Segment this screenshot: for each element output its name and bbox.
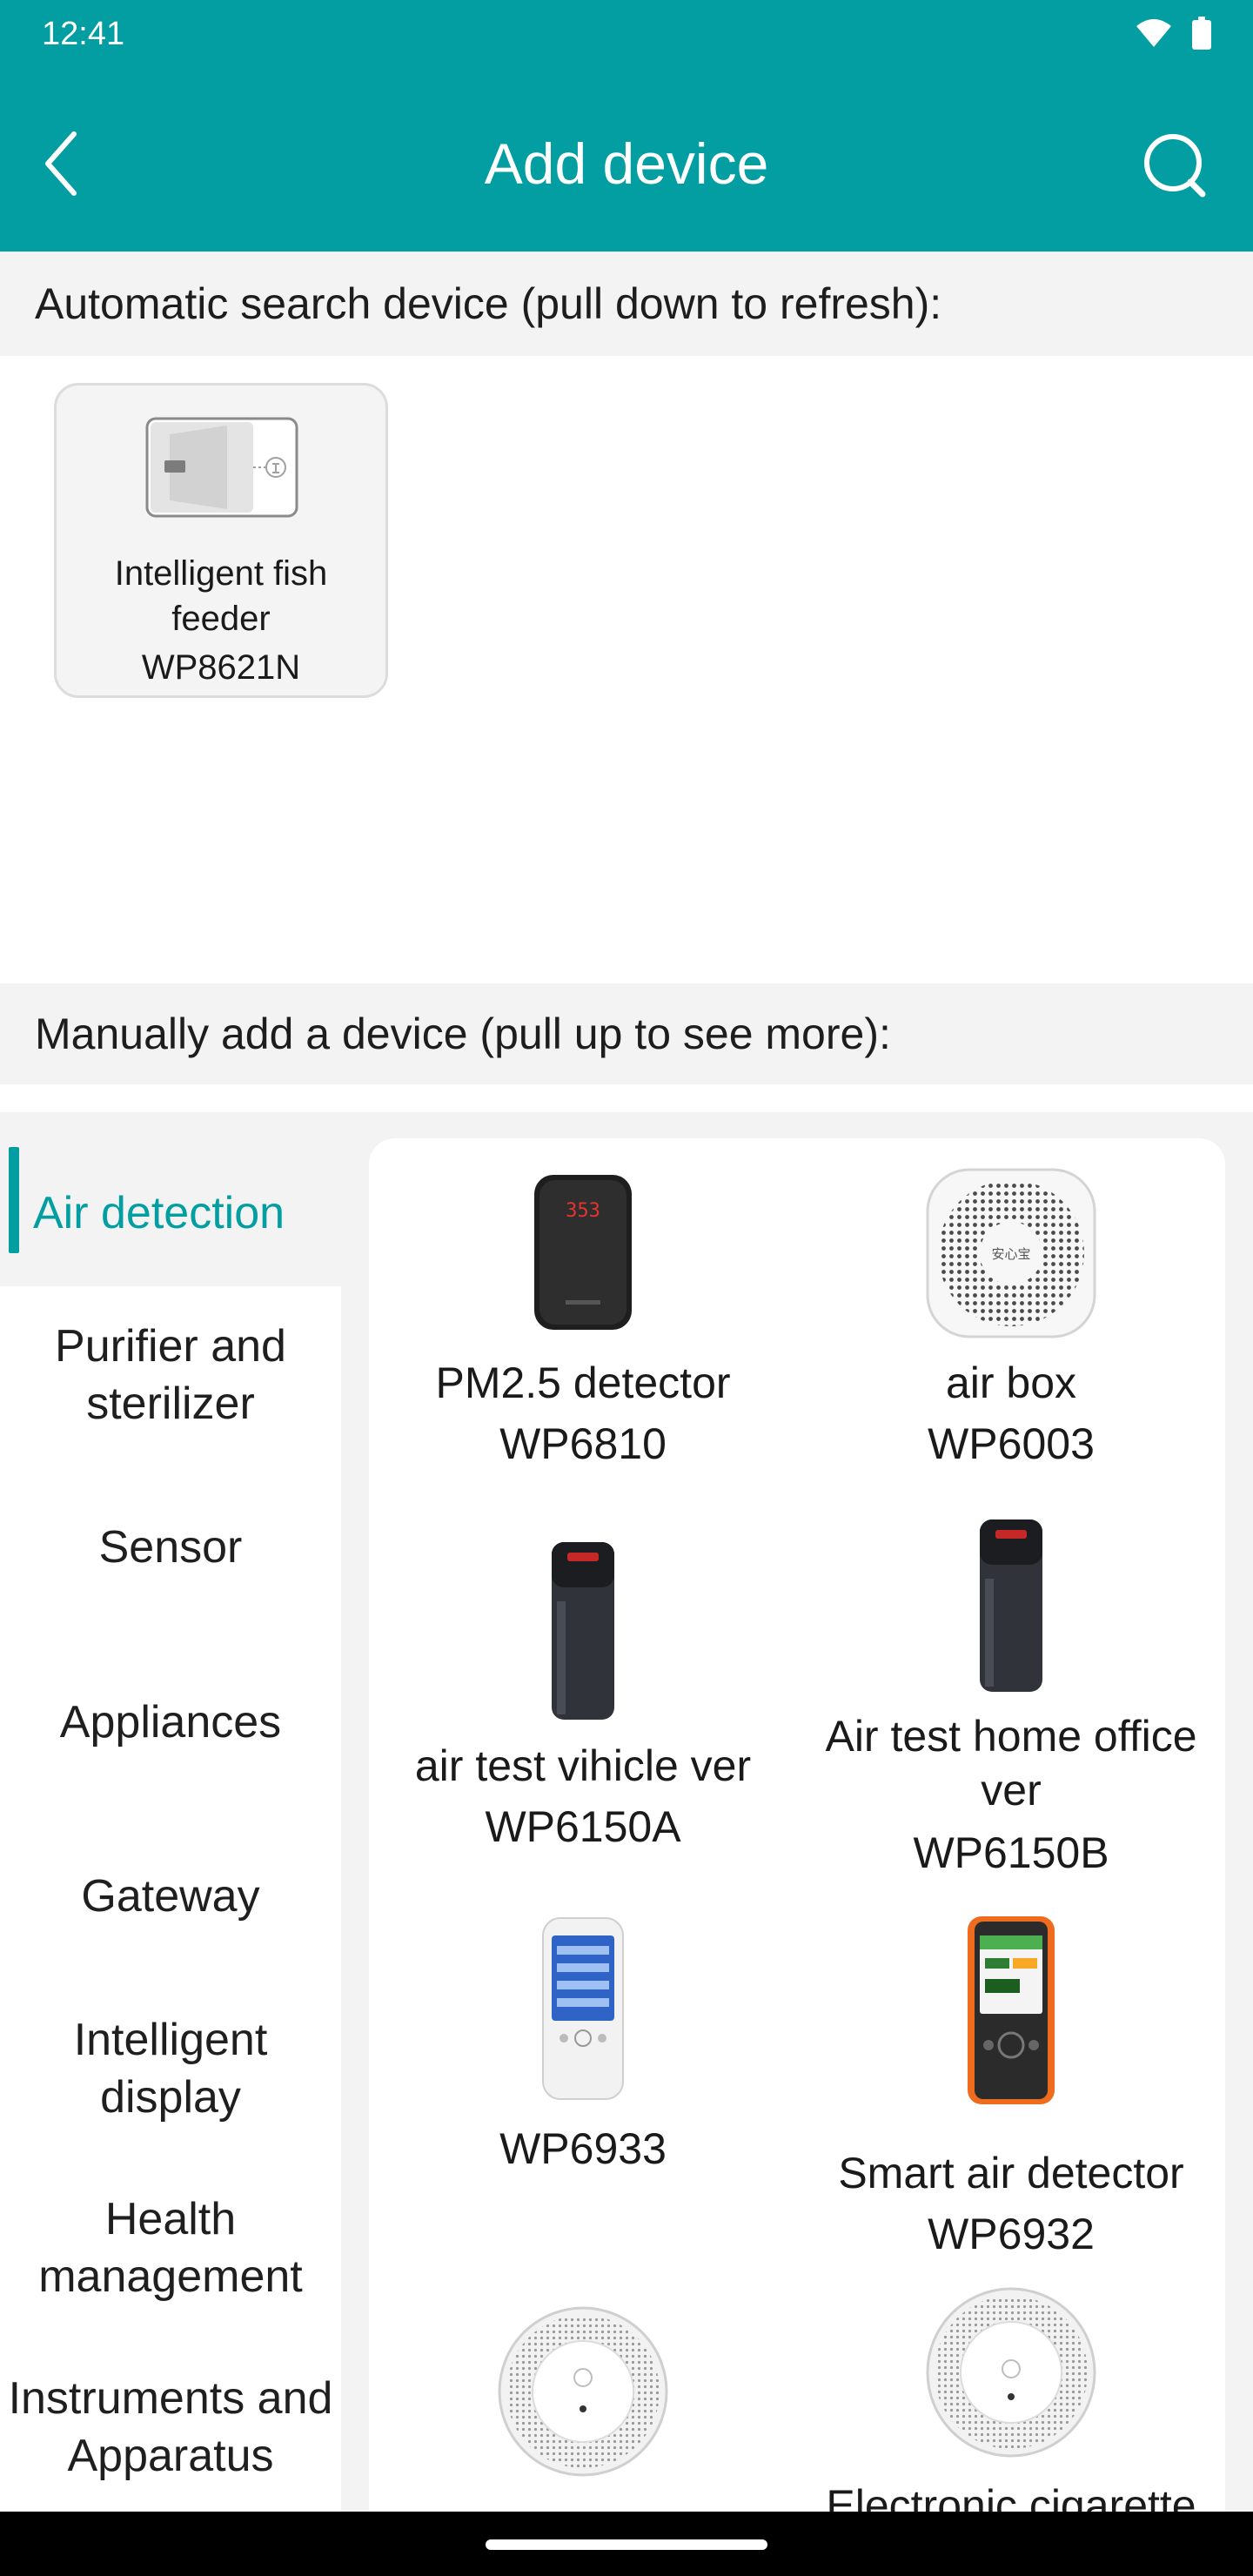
category-gateway[interactable]: Gateway <box>0 1814 341 1979</box>
section-divider <box>0 1084 1253 1112</box>
page-title: Add device <box>484 131 769 196</box>
product-name: Smart air detector <box>838 2149 1184 2197</box>
category-instruments-apparatus[interactable]: Instruments and Apparatus <box>0 2338 341 2517</box>
product-model: WP6150A <box>485 1802 681 1851</box>
pm25-detector-image: 353 <box>531 1173 635 1333</box>
add-device-screen: 12:41 Add device Automatic search device… <box>0 0 1253 2576</box>
svg-text:安心宝: 安心宝 <box>991 1247 1030 1262</box>
category-air-detection[interactable]: Air detection <box>0 1140 341 1286</box>
product-model: WP6003 <box>928 1419 1095 1468</box>
electronic-cigarette-detector-image <box>924 2285 1098 2459</box>
air-test-vehicle-image <box>548 1540 618 1721</box>
wifi-icon <box>1135 17 1173 53</box>
smart-air-detector-image <box>966 1915 1056 2106</box>
manual-add-heading: Manually add a device (pull up to see mo… <box>0 983 1253 1084</box>
product-model: WP6150B <box>913 1828 1109 1877</box>
app-header: 12:41 Add device <box>0 0 1253 252</box>
round-detector-image <box>496 2304 670 2479</box>
product-smart-air-detector[interactable]: Smart air detector WP6932 <box>797 1916 1225 2287</box>
air-box-image: 安心宝 <box>924 1166 1098 1340</box>
product-model: WP6810 <box>499 1419 667 1468</box>
wp6933-image <box>539 1916 626 2103</box>
category-label: Air detection <box>33 1188 285 1238</box>
category-purifier-sterilizer[interactable]: Purifier and sterilizer <box>0 1286 341 1464</box>
product-model: WP6932 <box>928 2210 1095 2258</box>
category-label: Appliances <box>59 1697 282 1748</box>
category-label: Instruments and Apparatus <box>8 2373 333 2481</box>
product-pm25-detector[interactable]: 353 PM2.5 detector WP6810 <box>369 1138 797 1521</box>
product-air-test-vehicle[interactable]: air test vihicle ver WP6150A <box>369 1521 797 1887</box>
product-wp6933[interactable]: WP6933 <box>369 1917 797 2287</box>
search-button[interactable] <box>1133 126 1216 210</box>
product-electronic-cigarette[interactable]: Electronic cigarette <box>797 2285 1225 2530</box>
product-round-detector[interactable] <box>369 2304 797 2513</box>
category-label: Gateway <box>81 1871 260 1922</box>
category-label: Purifier and sterilizer <box>55 1321 286 1429</box>
svg-text:353: 353 <box>566 1200 600 1222</box>
product-model: WP6933 <box>499 2124 667 2173</box>
category-health-management[interactable]: Health management <box>0 2158 341 2338</box>
category-label: Health management <box>38 2194 303 2302</box>
status-icons <box>1135 16 1211 54</box>
fish-feeder-image <box>145 417 298 518</box>
search-icon <box>1140 131 1209 205</box>
product-name: PM2.5 detector <box>435 1358 731 1407</box>
product-name: Air test home office ver <box>825 1712 1197 1815</box>
air-test-home-office-image <box>976 1518 1046 1695</box>
auto-search-heading: Automatic search device (pull down to re… <box>0 252 1253 356</box>
discovered-device-card[interactable]: Intelligent fish feeder WP8621N <box>54 383 388 698</box>
product-air-test-home-office[interactable]: Air test home office ver WP6150B <box>797 1518 1225 1887</box>
home-gesture-handle[interactable] <box>486 2539 767 2550</box>
category-label: Intelligent display <box>73 2015 268 2123</box>
product-grid: 353 PM2.5 detector WP6810 安心宝 air box WP… <box>369 1138 1225 2531</box>
product-name: air test vihicle ver <box>414 1741 752 1790</box>
product-name: air box <box>945 1358 1077 1407</box>
category-appliances[interactable]: Appliances <box>0 1631 341 1814</box>
category-label: Sensor <box>98 1522 243 1573</box>
category-intelligent-display[interactable]: Intelligent display <box>0 1979 341 2158</box>
battery-icon <box>1192 16 1211 54</box>
device-model: WP8621N <box>141 648 301 687</box>
status-time: 12:41 <box>42 16 125 52</box>
product-air-box[interactable]: 安心宝 air box WP6003 <box>797 1138 1225 1521</box>
category-sensor[interactable]: Sensor <box>0 1464 341 1631</box>
device-name: Intelligent fish feeder <box>114 554 328 638</box>
